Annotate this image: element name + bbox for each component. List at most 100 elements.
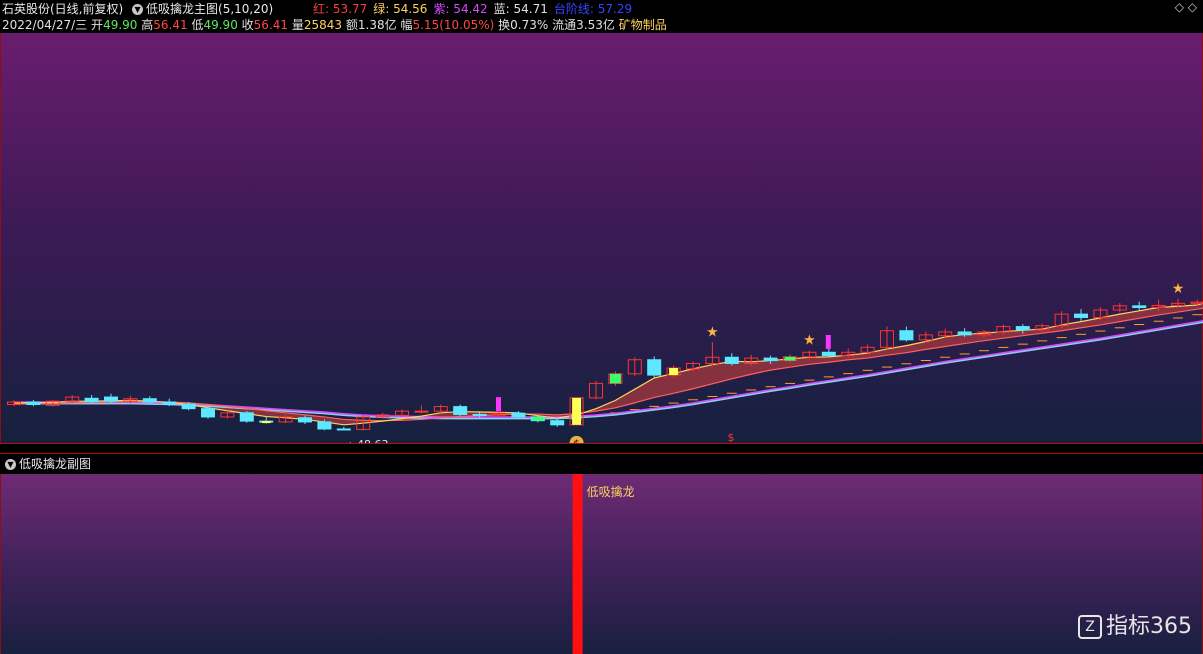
candle-body: [123, 398, 138, 402]
candle: [239, 411, 254, 423]
signal-bar-yellow: [669, 368, 679, 376]
candle-body: [996, 326, 1011, 333]
indicator-param: 台阶线: 57.29: [553, 2, 633, 16]
signal-bar-yellow: [261, 421, 271, 424]
candle-body: [201, 408, 215, 418]
candle-body: [647, 359, 662, 376]
turnover-value: 0.73%: [510, 18, 549, 32]
sub-chart-canvas[interactable]: 低吸擒龙: [1, 474, 1203, 654]
candle-body: [1093, 309, 1108, 318]
close-value: 56.41: [253, 18, 289, 32]
watermark-logo: Z: [1078, 615, 1102, 639]
candle-body: [104, 396, 118, 402]
candle: [1112, 302, 1127, 313]
candle: [1074, 309, 1088, 321]
candle-body: [938, 331, 953, 337]
candle-body: [918, 334, 933, 341]
candle-body: [802, 351, 817, 358]
candle-body: [1035, 325, 1050, 331]
open-label: 开: [91, 18, 104, 32]
candle-body: [686, 362, 700, 370]
candle: [589, 380, 603, 400]
candle: [65, 394, 80, 403]
candle: [336, 426, 351, 431]
candle-body: [977, 331, 991, 336]
candle-body: [899, 330, 914, 341]
candle-body: [26, 401, 41, 406]
candle-body: [880, 330, 894, 348]
quote-date: 2022/04/27/三: [2, 18, 88, 32]
candle-body: [821, 351, 836, 357]
candle-body: [181, 403, 196, 410]
volume-label: 量: [291, 18, 304, 32]
indicator-params: 红: 53.77 绿: 54.56 紫: 54.42 蓝: 54.71 台阶线: 57.…: [313, 2, 638, 16]
candle-body: [45, 400, 60, 406]
sub-chart-title[interactable]: 低吸擒龙副图: [19, 457, 91, 471]
indicator-param: 绿: 54.56: [373, 2, 428, 16]
chevron-down-icon[interactable]: ▼: [132, 4, 144, 15]
candle-body: [957, 331, 972, 336]
candle: ★: [705, 324, 720, 366]
quote-bar: 2022/04/27/三 开49.90 高56.41 低49.90 收56.41…: [0, 17, 1203, 33]
candle-body: [298, 417, 312, 423]
amount-label: 额: [345, 18, 358, 32]
candle-body: [511, 412, 526, 418]
candle: [45, 399, 60, 407]
candle: [744, 354, 759, 366]
candle-body: [1190, 301, 1203, 304]
open-value: 49.90: [103, 18, 138, 32]
indicator-param: 蓝: 54.71: [493, 2, 548, 16]
signal-bar-yellow: [572, 397, 582, 425]
candle-body: [860, 346, 875, 353]
close-label: 收: [241, 18, 254, 32]
candle-body: [7, 401, 21, 406]
runner-icon: ★: [1172, 281, 1185, 297]
candle: [899, 326, 914, 342]
candle-body: [1171, 302, 1185, 306]
candle-body: [239, 412, 254, 422]
sub-chart-panel[interactable]: 低吸擒龙 Z 指标365: [0, 474, 1203, 654]
industry-value: 矿物制品: [618, 18, 667, 32]
candle: [647, 356, 662, 378]
runner-icon: ★: [803, 333, 816, 349]
main-chart-panel[interactable]: ★★★★★←48.63139.55→$$: [0, 33, 1203, 443]
candle-body: [453, 406, 468, 415]
candle: [492, 397, 506, 417]
candle: [1054, 311, 1069, 328]
candle-body: [317, 421, 332, 430]
candle-body: [395, 410, 409, 416]
change-value: 5.15(10.05%): [412, 18, 495, 32]
panel-separator[interactable]: [0, 443, 1203, 444]
candle-body: [492, 412, 506, 416]
main-chart-canvas[interactable]: ★★★★★←48.63139.55→$$: [1, 33, 1203, 443]
candle-body: [472, 413, 487, 416]
signal-bar-green: [609, 373, 621, 384]
candle: [453, 404, 468, 417]
indicator-param: 红: 53.77: [313, 2, 368, 16]
indicator-name[interactable]: 低吸擒龙主图(5,10,20): [146, 2, 273, 16]
candle: [259, 416, 274, 424]
candle: [7, 400, 21, 407]
float-value: 3.53亿: [576, 18, 615, 32]
candle: [433, 404, 448, 413]
candle-body: [627, 359, 642, 375]
candle: [724, 353, 739, 366]
window-buttons[interactable]: ◇ ◇: [1175, 0, 1197, 14]
watermark-text: 指标365: [1106, 614, 1192, 639]
indicator-param: 紫: 54.42: [433, 2, 488, 16]
watermark: Z 指标365: [1078, 608, 1192, 640]
candle-body: [414, 410, 429, 413]
amount-value: 1.38亿: [357, 18, 397, 32]
candle-body: [705, 356, 720, 364]
candle-body: [162, 401, 177, 405]
candle: [608, 371, 623, 386]
sub-chart-header: ▼ 低吸擒龙副图: [0, 453, 1203, 475]
chevron-down-icon[interactable]: ▼: [5, 459, 16, 470]
candle: [414, 405, 429, 414]
candle-body: [1112, 305, 1127, 311]
volume-value: 25843: [303, 18, 343, 32]
candle-body: [356, 416, 371, 430]
signal-bar-green: [784, 356, 796, 361]
float-label: 流通: [552, 18, 577, 32]
candle-body: [1132, 305, 1147, 309]
